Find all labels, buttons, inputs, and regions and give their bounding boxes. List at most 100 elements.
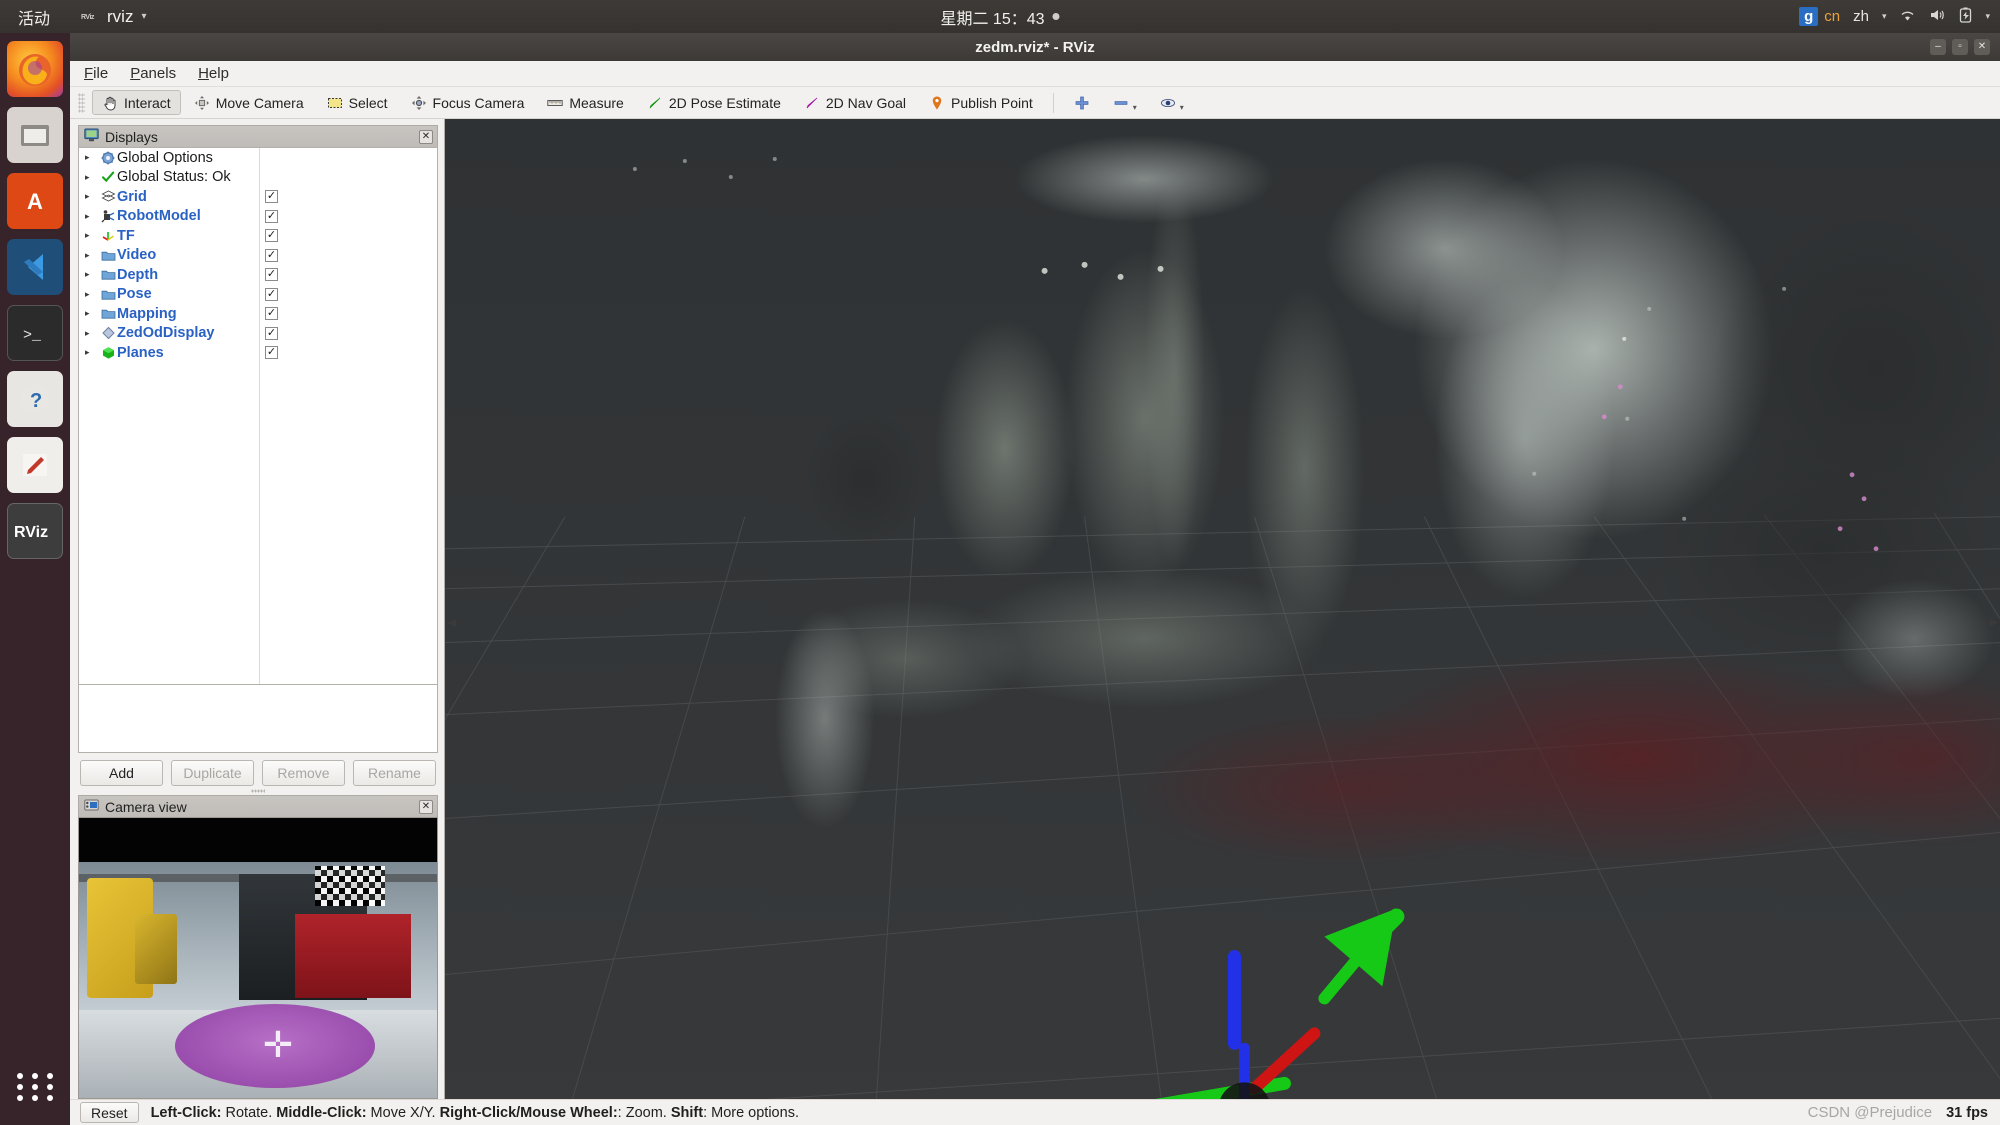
- expand-arrow-icon[interactable]: ▸: [85, 347, 99, 358]
- input-method-g-icon[interactable]: g: [1799, 7, 1819, 26]
- language-caret-icon[interactable]: ▾: [1882, 11, 1887, 22]
- tool-nav-goal-label: 2D Nav Goal: [825, 94, 907, 111]
- render-view-3d[interactable]: ◀ ▶ zedm_camera_center zedm_base_link ze…: [444, 119, 2000, 1125]
- tool-focus-camera[interactable]: Focus Camera: [401, 90, 535, 115]
- tree-checkbox[interactable]: ✓: [265, 326, 278, 340]
- camera-scene-letterbox: [79, 818, 437, 862]
- svg-text:RViz: RViz: [81, 14, 95, 21]
- input-method-label[interactable]: cn: [1824, 8, 1840, 25]
- show-applications-button[interactable]: [15, 1067, 55, 1107]
- expand-arrow-icon[interactable]: ▸: [85, 211, 99, 222]
- remove-button[interactable]: Remove: [262, 760, 345, 786]
- battery-charging-icon[interactable]: [1959, 7, 1972, 26]
- close-button[interactable]: ✕: [1974, 39, 1990, 55]
- camera-view-image[interactable]: ✛: [78, 817, 438, 1099]
- tree-column-separator: [259, 245, 260, 265]
- tree-item-tf[interactable]: ▸ TF ✓: [79, 226, 437, 246]
- displays-tree[interactable]: ▸ Global Options ▸ Global Status: Ok ▸ G…: [78, 147, 438, 685]
- tree-item-robotmodel[interactable]: ▸ RobotModel ✓: [79, 206, 437, 226]
- volume-icon[interactable]: [1929, 8, 1946, 25]
- ubuntu-launcher: A >_ ? RViz: [0, 33, 70, 1125]
- tree-item-pose[interactable]: ▸ Pose ✓: [79, 284, 437, 304]
- displays-panel-close-icon[interactable]: ✕: [419, 129, 433, 144]
- duplicate-button[interactable]: Duplicate: [171, 760, 254, 786]
- view-tool-caret-icon[interactable]: ▾: [1180, 103, 1184, 112]
- reset-button[interactable]: Reset: [80, 1102, 139, 1123]
- remove-tool-button[interactable]: ▾: [1103, 90, 1147, 115]
- view-tool-button[interactable]: ▾: [1150, 90, 1194, 115]
- menu-file[interactable]: File: [84, 65, 108, 82]
- right-splitter-handle[interactable]: ▶: [1990, 616, 1998, 629]
- tree-checkbox[interactable]: ✓: [265, 248, 278, 262]
- add-tool-button[interactable]: [1064, 90, 1100, 115]
- app-menu-caret-icon[interactable]: ▾: [141, 11, 146, 22]
- diamond-icon: [99, 326, 117, 340]
- launcher-item-terminal[interactable]: >_: [7, 305, 63, 361]
- tool-nav-goal[interactable]: 2D Nav Goal: [794, 90, 916, 115]
- minimize-button[interactable]: –: [1930, 39, 1946, 55]
- tool-measure[interactable]: Measure: [537, 90, 633, 115]
- launcher-item-help[interactable]: ?: [7, 371, 63, 427]
- launcher-item-rviz[interactable]: RViz: [7, 503, 63, 559]
- expand-arrow-icon[interactable]: ▸: [85, 250, 99, 261]
- tree-item-zedoddisplay[interactable]: ▸ ZedOdDisplay ✓: [79, 323, 437, 343]
- tree-item-mapping[interactable]: ▸ Mapping ✓: [79, 304, 437, 324]
- panel-splitter-handle[interactable]: [78, 787, 438, 795]
- wifi-icon[interactable]: [1899, 8, 1916, 25]
- grid-icon: [99, 190, 117, 203]
- expand-arrow-icon[interactable]: ▸: [85, 172, 99, 183]
- tree-checkbox[interactable]: ✓: [265, 190, 278, 204]
- maximize-button[interactable]: ▫: [1952, 39, 1968, 55]
- active-app-name[interactable]: rviz: [107, 7, 133, 27]
- remove-tool-caret-icon[interactable]: ▾: [1133, 103, 1137, 112]
- tool-pose-estimate[interactable]: 2D Pose Estimate: [637, 90, 791, 115]
- expand-arrow-icon[interactable]: ▸: [85, 269, 99, 280]
- menu-help[interactable]: Help: [198, 65, 229, 82]
- language-label[interactable]: zh: [1853, 8, 1869, 25]
- add-button[interactable]: Add: [80, 760, 163, 786]
- tree-item-depth[interactable]: ▸ Depth ✓: [79, 265, 437, 285]
- system-menu-caret-icon[interactable]: ▾: [1985, 11, 1990, 22]
- clock[interactable]: 星期二 15：43: [940, 5, 1060, 29]
- watermark: CSDN @Prejudice: [1807, 1104, 1933, 1121]
- tree-item-grid[interactable]: ▸ Grid ✓: [79, 187, 437, 207]
- tree-item-global-status[interactable]: ▸ Global Status: Ok: [79, 167, 437, 187]
- tool-move-camera[interactable]: Move Camera: [184, 90, 314, 115]
- tree-checkbox[interactable]: ✓: [265, 287, 278, 301]
- left-pane: Displays ✕ ▸ Global Options ▸ Global Sta…: [70, 119, 444, 1125]
- tree-item-video[interactable]: ▸ Video ✓: [79, 245, 437, 265]
- tree-column-separator: [259, 265, 260, 285]
- tool-interact[interactable]: Interact: [92, 90, 181, 115]
- menu-panels[interactable]: Panels: [130, 65, 176, 82]
- rename-button[interactable]: Rename: [353, 760, 436, 786]
- property-editor-area[interactable]: [78, 685, 438, 753]
- activities-button[interactable]: 活动: [18, 5, 50, 29]
- left-splitter-handle[interactable]: ◀: [447, 609, 457, 635]
- expand-arrow-icon[interactable]: ▸: [85, 191, 99, 202]
- tree-item-global-options[interactable]: ▸ Global Options: [79, 148, 437, 168]
- expand-arrow-icon[interactable]: ▸: [85, 289, 99, 300]
- hand-icon: [102, 95, 118, 111]
- launcher-item-firefox[interactable]: [7, 41, 63, 97]
- tree-checkbox[interactable]: ✓: [265, 209, 278, 223]
- launcher-item-vscode[interactable]: [7, 239, 63, 295]
- tree-checkbox[interactable]: ✓: [265, 268, 278, 282]
- launcher-item-files[interactable]: [7, 107, 63, 163]
- clock-text: 星期二 15：43: [940, 10, 1045, 28]
- expand-arrow-icon[interactable]: ▸: [85, 328, 99, 339]
- tool-select[interactable]: Select: [317, 90, 398, 115]
- expand-arrow-icon[interactable]: ▸: [85, 152, 99, 163]
- tree-checkbox[interactable]: ✓: [265, 229, 278, 243]
- camera-view-panel-close-icon[interactable]: ✕: [419, 799, 433, 814]
- tool-publish-point[interactable]: Publish Point: [919, 90, 1043, 115]
- expand-arrow-icon[interactable]: ▸: [85, 308, 99, 319]
- camera-scene-checkerboard: [315, 866, 385, 906]
- launcher-item-text-editor[interactable]: [7, 437, 63, 493]
- expand-arrow-icon[interactable]: ▸: [85, 230, 99, 241]
- launcher-item-ubuntu-software[interactable]: A: [7, 173, 63, 229]
- tree-checkbox[interactable]: ✓: [265, 346, 278, 360]
- tree-checkbox[interactable]: ✓: [265, 307, 278, 321]
- toolbar-grip[interactable]: [78, 92, 85, 113]
- select-rect-icon: [327, 95, 343, 111]
- tree-item-planes[interactable]: ▸ Planes ✓: [79, 343, 437, 363]
